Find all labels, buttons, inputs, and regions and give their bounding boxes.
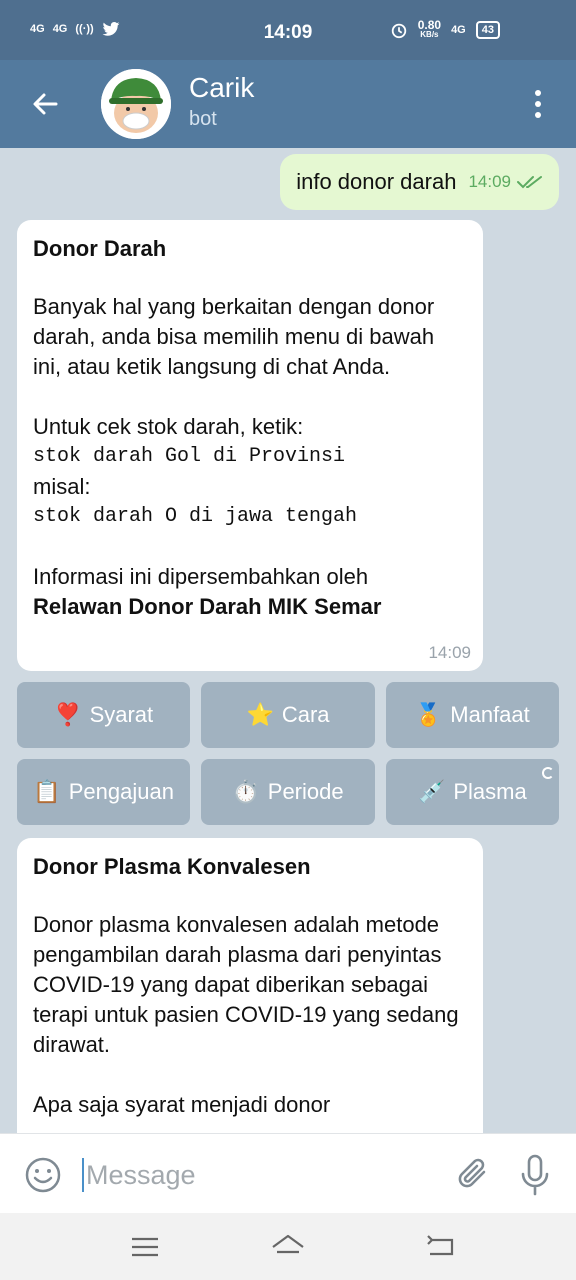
medal-icon: 🏅 (414, 702, 443, 727)
nav-menu-icon[interactable] (127, 1231, 163, 1263)
clipboard-icon: 📋 (33, 779, 61, 804)
emoji-icon[interactable] (24, 1156, 62, 1194)
chat-header: Carik bot (0, 60, 576, 148)
chat-subtitle: bot (189, 108, 217, 130)
keyboard-button-plasma[interactable]: 💉 Plasma (385, 759, 559, 825)
outgoing-message[interactable]: info donor darah 14:09 (280, 154, 559, 210)
keyboard-button-manfaat[interactable]: 🏅 Manfaat (385, 682, 559, 748)
incoming-message-donor-darah[interactable]: Donor Darah Banyak hal yang berkaitan de… (17, 220, 483, 671)
net-speed-value: 0.80 (417, 18, 442, 32)
keyboard-button-periode[interactable]: ⏱️ Periode (201, 759, 375, 825)
reply-keyboard-row-2: 📋 Pengajuan ⏱️ Periode 💉 Plasma (17, 759, 559, 825)
system-nav-bar (0, 1213, 576, 1280)
code-text: stok darah Gol di Provinsi (33, 445, 346, 468)
incoming-message-plasma[interactable]: Donor Plasma Konvalesen Donor plasma kon… (17, 838, 483, 1133)
keyboard-button-label: Cara (281, 702, 330, 727)
loading-spinner-icon (541, 767, 554, 779)
nav-home-icon[interactable] (270, 1231, 306, 1263)
keyboard-button-label: Pengajuan (68, 779, 174, 804)
keyboard-button-label: Plasma (453, 779, 527, 804)
status-right: 0.80 KB/s 4G 43 (390, 18, 500, 40)
message-paragraph: Untuk cek stok darah, ketik: (33, 414, 304, 439)
message-heading: Donor Darah (33, 236, 167, 261)
keyboard-button-label: Syarat (89, 702, 154, 727)
incoming-time: 14:09 (428, 643, 471, 662)
alarm-icon (391, 23, 406, 39)
star-icon: ⭐ (246, 702, 274, 727)
message-paragraph: Informasi ini dipersembahkan oleh (33, 564, 369, 589)
outgoing-time: 14:09 (468, 172, 511, 191)
message-heading: Donor Plasma Konvalesen (33, 854, 311, 879)
net-speed: 0.80 KB/s (417, 18, 442, 40)
message-input-bar (0, 1133, 576, 1213)
more-vert-icon[interactable] (526, 86, 550, 122)
stopwatch-icon: ⏱️ (232, 779, 260, 804)
back-arrow-icon[interactable] (26, 84, 66, 124)
keyboard-button-cara[interactable]: ⭐ Cara (201, 682, 375, 748)
network-type: 4G (451, 24, 466, 36)
heart-exclamation-icon: ❣️ (54, 702, 82, 727)
outgoing-meta: 14:09 (468, 172, 543, 192)
outgoing-text: info donor darah (296, 169, 457, 194)
code-text: stok darah O di jawa tengah (33, 505, 358, 528)
chat-area[interactable]: info donor darah 14:09 Donor Darah Banya… (0, 148, 576, 1133)
mic-icon[interactable] (520, 1154, 550, 1196)
keyboard-button-label: Manfaat (450, 702, 530, 727)
status-bar: 4G 4G ((·)) 14:09 0.80 KB/s 4G 43 (0, 0, 576, 60)
keyboard-button-pengajuan[interactable]: 📋 Pengajuan (17, 759, 191, 825)
bot-avatar[interactable] (101, 69, 171, 139)
credit-bold: Relawan Donor Darah MIK Semar (33, 594, 382, 619)
keyboard-button-syarat[interactable]: ❣️ Syarat (17, 682, 191, 748)
net-speed-unit: KB/s (420, 30, 439, 39)
message-paragraph: Apa saja syarat menjadi donor (33, 1092, 331, 1117)
message-paragraph: Banyak hal yang berkaitan dengan donor d… (33, 294, 435, 379)
message-paragraph: Donor plasma konvalesen adalah metode pe… (33, 912, 459, 1057)
text-caret (82, 1158, 84, 1192)
message-paragraph: misal: (33, 474, 91, 499)
reply-keyboard-row-1: ❣️ Syarat ⭐ Cara 🏅 Manfaat (17, 682, 559, 748)
nav-back-icon[interactable] (422, 1231, 458, 1263)
message-input[interactable] (86, 1160, 406, 1191)
chat-title: Carik (189, 72, 255, 103)
keyboard-button-label: Periode (267, 779, 344, 804)
battery-indicator: 43 (475, 21, 500, 39)
bot-avatar-illustration (101, 69, 171, 139)
double-check-icon (517, 176, 542, 189)
syringe-icon: 💉 (417, 779, 446, 804)
attach-icon[interactable] (456, 1156, 492, 1194)
